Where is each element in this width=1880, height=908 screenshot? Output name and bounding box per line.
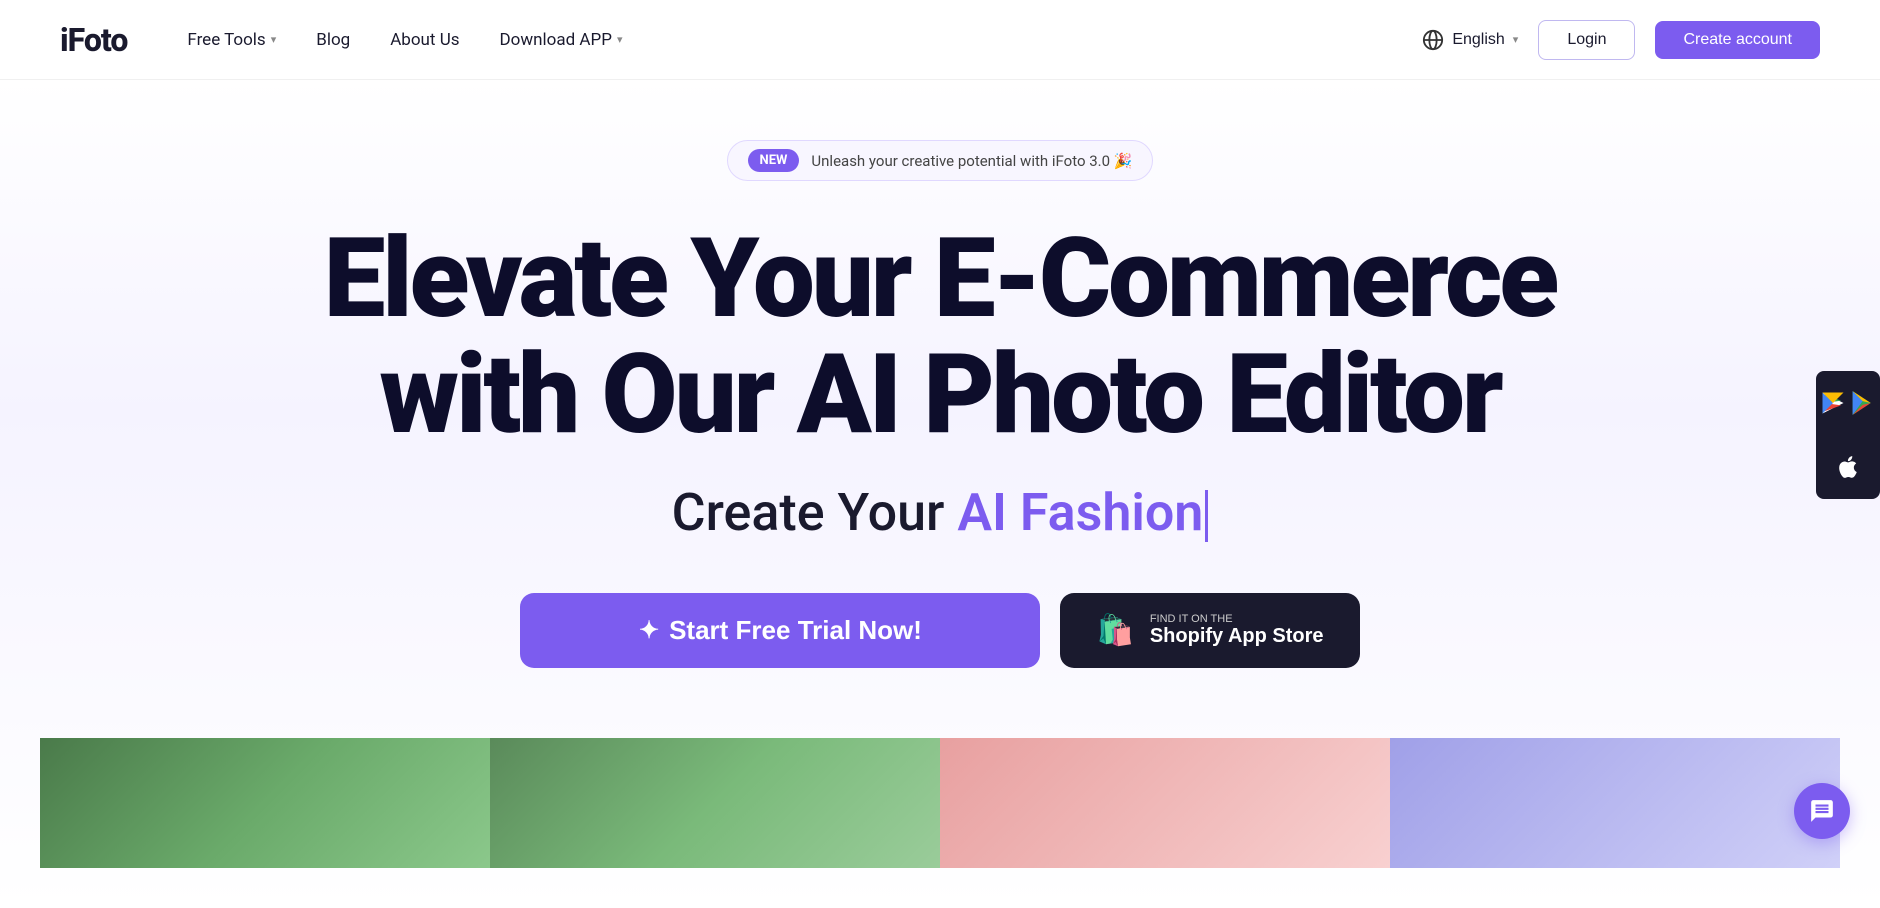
chevron-down-icon: ▾	[1513, 33, 1519, 46]
logo[interactable]: iFoto	[60, 21, 127, 59]
nav-free-tools[interactable]: Free Tools ▾	[187, 30, 276, 50]
hero-subtitle-accent: AI Fashion	[957, 482, 1203, 543]
logo-foto: Foto	[68, 21, 128, 59]
navbar: iFoto Free Tools ▾ Blog About Us Downloa…	[0, 0, 1880, 80]
android-icon	[1819, 389, 1847, 417]
start-trial-button[interactable]: ✦ Start Free Trial Now!	[520, 593, 1040, 668]
android-app-button[interactable]	[1816, 371, 1880, 435]
chat-icon	[1809, 798, 1835, 824]
play-store-icon	[1847, 388, 1877, 418]
new-badge: NEW	[748, 149, 800, 172]
nav-download-app[interactable]: Download APP ▾	[500, 30, 623, 50]
globe-icon	[1422, 29, 1444, 51]
side-app-buttons	[1816, 371, 1880, 499]
cursor-blink	[1205, 490, 1208, 542]
shopify-text-block: FIND IT ON THE Shopify App Store	[1150, 613, 1324, 648]
hero-subtitle: Create Your AI Fashion	[672, 482, 1209, 543]
create-account-button[interactable]: Create account	[1655, 21, 1820, 59]
language-selector[interactable]: English ▾	[1422, 29, 1518, 51]
nav-blog[interactable]: Blog	[316, 30, 350, 50]
preview-image-1	[40, 738, 490, 868]
chevron-down-icon: ▾	[617, 33, 623, 46]
shopify-icon: 🛍️	[1096, 613, 1133, 648]
ios-app-button[interactable]	[1816, 435, 1880, 499]
logo-i: i	[60, 21, 68, 59]
new-badge-banner[interactable]: NEW Unleash your creative potential with…	[727, 140, 1154, 181]
chat-button[interactable]	[1794, 783, 1850, 839]
sparkle-icon: ✦	[639, 616, 659, 645]
hero-section: NEW Unleash your creative potential with…	[0, 80, 1880, 908]
preview-image-3	[940, 738, 1390, 868]
preview-image-4	[1390, 738, 1840, 868]
nav-links: Free Tools ▾ Blog About Us Download APP …	[187, 30, 1422, 50]
preview-images-row	[40, 738, 1840, 868]
badge-description: Unleash your creative potential with iFo…	[811, 152, 1132, 170]
nav-right: English ▾ Login Create account	[1422, 20, 1820, 60]
chevron-down-icon: ▾	[271, 33, 277, 46]
nav-about-us[interactable]: About Us	[390, 30, 459, 50]
hero-title: Elevate Your E-Commerce with Our AI Phot…	[324, 221, 1556, 452]
apple-icon	[1835, 454, 1861, 480]
shopify-app-store-button[interactable]: 🛍️ FIND IT ON THE Shopify App Store	[1060, 593, 1359, 668]
preview-image-2	[490, 738, 940, 868]
hero-cta-buttons: ✦ Start Free Trial Now! 🛍️ FIND IT ON TH…	[520, 593, 1359, 668]
login-button[interactable]: Login	[1538, 20, 1635, 60]
